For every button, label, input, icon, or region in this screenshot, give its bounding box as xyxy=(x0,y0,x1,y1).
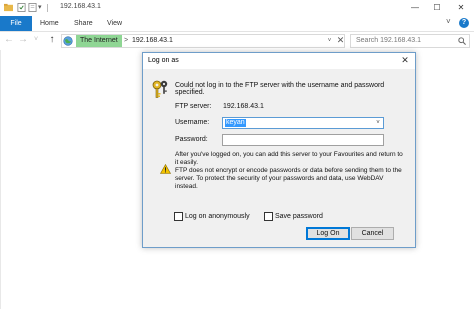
save-password-label[interactable]: Save password xyxy=(275,212,323,221)
breadcrumb-separator[interactable]: > xyxy=(124,35,128,47)
recent-locations-button[interactable]: ˅ xyxy=(30,34,42,46)
breadcrumb-the-internet[interactable]: The Internet xyxy=(76,35,122,47)
checkbox-box[interactable] xyxy=(264,212,273,221)
log-on-anonymously-checkbox[interactable]: Log on anonymously xyxy=(174,212,264,221)
checkbox-box[interactable] xyxy=(174,212,183,221)
ftp-server-value: 192.168.43.1 xyxy=(223,103,264,110)
tab-view[interactable]: View xyxy=(107,16,122,31)
warning-icon xyxy=(160,164,171,174)
chevron-down-icon[interactable]: ˅ xyxy=(374,118,382,128)
info-text: After you've logged on, you can add this… xyxy=(175,151,407,191)
breadcrumb-host[interactable]: 192.168.43.1 xyxy=(132,35,173,47)
favourites-note: After you've logged on, you can add this… xyxy=(175,151,403,166)
log-on-dialog: Log on as ✕ Could not log in to the FTP … xyxy=(142,52,416,248)
search-box[interactable]: Search 192.168.43.1 xyxy=(350,34,470,48)
customize-toolbar-icon[interactable]: ▾ xyxy=(38,3,47,12)
close-button[interactable]: ✕ xyxy=(454,2,468,14)
security-warning: FTP does not encrypt or encode passwords… xyxy=(175,167,402,190)
folder-icon xyxy=(4,3,13,12)
username-field[interactable]: keyan xyxy=(225,119,246,127)
up-button[interactable]: ↑ xyxy=(46,34,58,46)
ribbon: File Home Share View ˅ ? xyxy=(0,16,474,32)
clear-address-icon[interactable]: ✕ xyxy=(335,35,346,46)
save-password-checkbox[interactable]: Save password xyxy=(264,212,334,221)
back-button[interactable]: ← xyxy=(3,34,15,46)
pane-divider xyxy=(0,50,1,309)
log-on-button[interactable]: Log On xyxy=(306,227,350,240)
address-dropdown-icon[interactable]: ˅ xyxy=(325,35,334,47)
maximize-button[interactable]: ☐ xyxy=(430,2,444,14)
cancel-button[interactable]: Cancel xyxy=(351,227,394,240)
dialog-title: Log on as xyxy=(148,57,179,64)
minimize-button[interactable]: — xyxy=(408,2,422,14)
window-title: 192.168.43.1 xyxy=(60,3,101,10)
password-field[interactable] xyxy=(222,134,384,146)
dialog-titlebar[interactable]: Log on as ✕ xyxy=(143,53,415,69)
dialog-close-button[interactable]: ✕ xyxy=(399,54,411,67)
window-titlebar: ▾ 192.168.43.1 — ☐ ✕ xyxy=(0,0,474,16)
search-icon xyxy=(458,37,466,45)
toolbar-divider xyxy=(47,4,48,12)
tab-home[interactable]: Home xyxy=(40,16,59,31)
username-combobox[interactable]: keyan ˅ xyxy=(222,117,384,129)
username-label: Username: xyxy=(175,119,210,126)
keys-icon xyxy=(152,80,168,98)
ftp-server-label: FTP server: xyxy=(175,103,212,110)
navigation-bar: ← → ˅ ↑ The Internet > 192.168.43.1 ˅ ✕ … xyxy=(0,32,474,49)
new-folder-icon[interactable] xyxy=(28,3,37,12)
expand-ribbon-icon[interactable]: ˅ xyxy=(446,17,451,26)
address-bar[interactable]: The Internet > 192.168.43.1 ˅ xyxy=(61,34,345,48)
tab-file[interactable]: File xyxy=(0,16,32,31)
forward-button[interactable]: → xyxy=(17,34,29,46)
password-label: Password: xyxy=(175,136,208,143)
help-icon[interactable]: ? xyxy=(459,18,469,28)
properties-icon[interactable] xyxy=(17,3,26,12)
search-input[interactable]: Search 192.168.43.1 xyxy=(356,35,421,47)
tab-share[interactable]: Share xyxy=(74,16,93,31)
internet-icon xyxy=(63,36,73,46)
error-message: Could not log in to the FTP server with … xyxy=(175,82,385,96)
log-on-anonymously-label[interactable]: Log on anonymously xyxy=(185,212,250,221)
